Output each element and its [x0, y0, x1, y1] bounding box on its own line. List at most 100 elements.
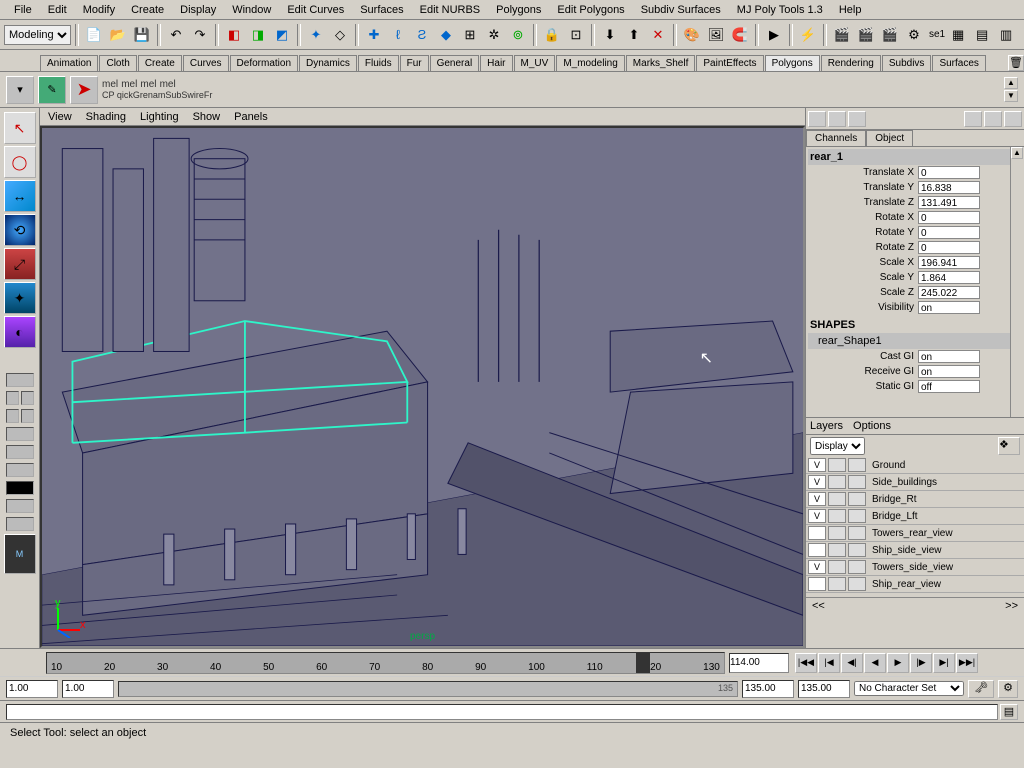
range-start[interactable]: [6, 680, 58, 698]
attr-value[interactable]: 131.491: [918, 196, 980, 209]
layout-hyper-icon[interactable]: [6, 517, 34, 531]
shelf-tab-create[interactable]: Create: [138, 55, 182, 71]
step-fwd-icon[interactable]: |▶: [910, 653, 932, 673]
autokey-icon[interactable]: 🗝: [968, 680, 994, 698]
vp-show[interactable]: Show: [193, 111, 221, 123]
layer-color-box[interactable]: [848, 458, 866, 472]
snap-normal-icon[interactable]: ⊚: [507, 24, 529, 46]
layout-v-icon[interactable]: [6, 445, 34, 459]
history-icon[interactable]: ⊡: [565, 24, 587, 46]
render-frame-icon[interactable]: ▶: [763, 24, 785, 46]
shape-attr-value[interactable]: on: [918, 350, 980, 363]
playback-start[interactable]: [62, 680, 114, 698]
shelf-tab-painteffects[interactable]: PaintEffects: [696, 55, 763, 71]
shelf-tab-marks[interactable]: Marks_Shelf: [626, 55, 696, 71]
layer-vis-toggle[interactable]: V: [808, 509, 826, 523]
redo-icon[interactable]: ↷: [189, 24, 211, 46]
ch-btn4[interactable]: [964, 111, 982, 127]
shelf-scroll-up[interactable]: ▲: [1004, 77, 1018, 89]
shelf-script-icon[interactable]: ✎: [38, 76, 66, 104]
trash-icon[interactable]: 🗑: [1008, 55, 1024, 71]
ipr-render-icon[interactable]: 🖼: [705, 24, 727, 46]
snap-grid-icon[interactable]: ✚: [363, 24, 385, 46]
shelf-tab-muv[interactable]: M_UV: [514, 55, 556, 71]
step-fwd-key-icon[interactable]: ▶|: [933, 653, 955, 673]
attr-value[interactable]: 0: [918, 211, 980, 224]
prefs-icon[interactable]: ⚙: [998, 680, 1018, 698]
select-tool-icon[interactable]: ↖: [4, 112, 36, 144]
snap-live-icon[interactable]: ✲: [483, 24, 505, 46]
layout-quad4-icon[interactable]: [21, 409, 34, 423]
attr-value[interactable]: 0: [918, 241, 980, 254]
clapper1-icon[interactable]: 🎬: [831, 24, 853, 46]
lasso-tool-icon[interactable]: ◯: [4, 146, 36, 178]
layer-name[interactable]: Towers_rear_view: [868, 528, 1024, 539]
layer-type-box[interactable]: [828, 526, 846, 540]
shape-attr-value[interactable]: off: [918, 380, 980, 393]
layer-vis-toggle[interactable]: V: [808, 560, 826, 574]
render-globals-icon[interactable]: ⚙: [903, 24, 925, 46]
menu-create[interactable]: Create: [123, 2, 172, 18]
layer-type-box[interactable]: [828, 458, 846, 472]
attr-value[interactable]: 16.838: [918, 181, 980, 194]
shelf-mel1[interactable]: mel: [102, 79, 118, 90]
menu-help[interactable]: Help: [831, 2, 870, 18]
playback-end[interactable]: [742, 680, 794, 698]
layer-vis-toggle[interactable]: V: [808, 458, 826, 472]
undo-icon[interactable]: ↶: [165, 24, 187, 46]
attr-value[interactable]: 1.864: [918, 271, 980, 284]
play-fwd-icon[interactable]: ▶: [887, 653, 909, 673]
ch-btn1[interactable]: [808, 111, 826, 127]
menu-surfaces[interactable]: Surfaces: [352, 2, 411, 18]
time-slider[interactable]: 102030405060708090100110120130 |◀◀ |◀ ◀|…: [0, 648, 1024, 676]
goto-start-icon[interactable]: |◀◀: [795, 653, 817, 673]
shelf-tab-animation[interactable]: Animation: [40, 55, 98, 71]
range-track[interactable]: 135: [118, 681, 738, 697]
clapper3-icon[interactable]: 🎬: [879, 24, 901, 46]
layout-graph-icon[interactable]: [6, 499, 34, 513]
layer-color-box[interactable]: [848, 492, 866, 506]
layer-name[interactable]: Side_buildings: [868, 477, 1024, 488]
output-icon[interactable]: ⬆: [623, 24, 645, 46]
shelf-mel4[interactable]: mel: [160, 79, 176, 90]
script-editor-icon[interactable]: ▤: [1000, 704, 1018, 720]
shelf-tab-dynamics[interactable]: Dynamics: [299, 55, 357, 71]
shelf-mel3[interactable]: mel: [140, 79, 156, 90]
layer-vis-toggle[interactable]: V: [808, 492, 826, 506]
layer-type-box[interactable]: [828, 560, 846, 574]
render-icon[interactable]: 🎨: [681, 24, 703, 46]
layer-name[interactable]: Towers_side_view: [868, 562, 1024, 573]
layer-type-box[interactable]: [828, 577, 846, 591]
vp-shading[interactable]: Shading: [86, 111, 126, 123]
shelf-tab-surfaces[interactable]: Surfaces: [932, 55, 985, 71]
layer-display-mode[interactable]: Display: [810, 437, 865, 455]
layout3-icon[interactable]: ▥: [995, 24, 1017, 46]
layer-color-box[interactable]: [848, 475, 866, 489]
layers-options[interactable]: Options: [853, 420, 891, 432]
clapper2-icon[interactable]: 🎬: [855, 24, 877, 46]
layer-color-box[interactable]: [848, 526, 866, 540]
menu-window[interactable]: Window: [224, 2, 279, 18]
mode-selector[interactable]: Modeling: [4, 25, 71, 45]
shelf-tab-mmodeling[interactable]: M_modeling: [556, 55, 624, 71]
menu-polygons[interactable]: Polygons: [488, 2, 549, 18]
tab-object[interactable]: Object: [866, 130, 913, 146]
shape-name[interactable]: rear_Shape1: [808, 333, 1022, 349]
quick-render-icon[interactable]: ⚡: [797, 24, 819, 46]
shelf-tab-rendering[interactable]: Rendering: [821, 55, 881, 71]
vp-panels[interactable]: Panels: [234, 111, 268, 123]
time-cursor[interactable]: [636, 653, 650, 673]
shelf-tab-curves[interactable]: Curves: [183, 55, 229, 71]
move-tool-icon[interactable]: ↔: [4, 180, 36, 212]
step-back-icon[interactable]: ◀|: [841, 653, 863, 673]
magnet-icon[interactable]: 🧲: [729, 24, 751, 46]
rotate-tool-icon[interactable]: ⟲: [4, 214, 36, 246]
menu-edit[interactable]: Edit: [40, 2, 75, 18]
select-hierarchy-icon[interactable]: ◧: [223, 24, 245, 46]
layer-scroll-right[interactable]: >>: [1005, 600, 1018, 612]
shelf-arrow-icon[interactable]: ➤: [70, 76, 98, 104]
layer-scroll-left[interactable]: <<: [812, 600, 825, 612]
attr-value[interactable]: 0: [918, 226, 980, 239]
perspective-viewport[interactable]: ↖ y x persp: [40, 126, 805, 648]
attr-value[interactable]: 0: [918, 166, 980, 179]
